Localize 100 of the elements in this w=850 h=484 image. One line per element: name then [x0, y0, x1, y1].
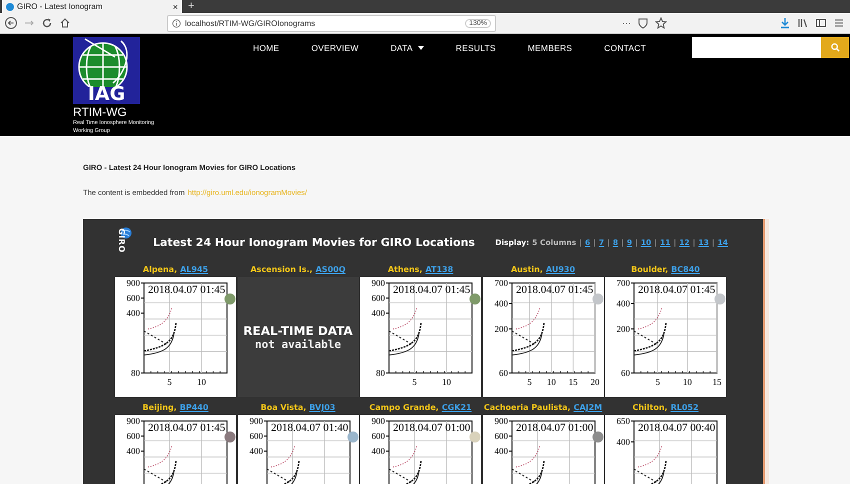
station-code-link[interactable]: RL052 [670, 401, 699, 415]
y-axis-label: 700 [616, 278, 630, 288]
station-code-link[interactable]: CAJ2M [574, 401, 602, 415]
nav-link[interactable]: HOME [253, 43, 280, 53]
x-axis-label: 5 [655, 377, 660, 387]
nav-link[interactable]: OVERVIEW [311, 43, 359, 53]
url-text: localhost/RTIM-WG/GIROIonograms [185, 18, 316, 28]
y-axis-label: 400 [616, 298, 630, 308]
station-code-link[interactable]: AS00Q [316, 263, 346, 277]
x-axis-label: 5 [412, 377, 417, 387]
station-code-link[interactable]: AL945 [180, 263, 208, 277]
ionogram-timestamp: 2018.04.07 01:00 [393, 422, 470, 434]
station-code-link[interactable]: BVJ03 [309, 401, 336, 415]
unavailable-headline: REAL-TIME DATA [243, 324, 353, 338]
ionogram-timestamp: 2018.04.07 01:45 [516, 284, 593, 296]
search-icon [830, 43, 840, 52]
station-name: Alpena, [142, 264, 178, 276]
nav-link[interactable]: RESULTS [456, 43, 496, 53]
browser-tab[interactable]: GIRO - Latest Ionogram × [2, 0, 182, 13]
y-axis-label: 400 [494, 298, 508, 308]
ionogram-timestamp: 2018.04.07 00:40 [638, 422, 716, 434]
ionogram-timestamp: 2018.04.07 01:45 [393, 284, 470, 296]
x-axis-label: 10 [546, 377, 556, 387]
new-tab-button[interactable]: + [188, 0, 194, 13]
station-name: Cachoeria Paulista, [484, 402, 571, 414]
ionogram-image[interactable]: 650 400 2018.04.07 00:40 [605, 415, 726, 484]
station-name: Austin, [510, 264, 543, 276]
y-axis-label: 600 [372, 293, 385, 304]
station-name: Boulder, [631, 264, 668, 276]
y-axis-label: 400 [372, 308, 385, 318]
ionogram-timestamp: 2018.04.07 01:45 [148, 422, 226, 434]
nav-link[interactable]: MEMBERS [528, 43, 572, 53]
y-axis-label: 400 [249, 446, 262, 456]
y-axis-label: 200 [616, 324, 630, 334]
y-axis-label: 80 [131, 368, 140, 378]
station-name: Ascension Is., [250, 264, 313, 276]
y-axis-label: 600 [249, 431, 262, 442]
y-axis-label: 400 [616, 436, 630, 447]
logo-text: IAG [86, 84, 126, 104]
nav-link[interactable]: CONTACT [604, 43, 646, 53]
shield-icon[interactable] [637, 17, 649, 29]
station-code-link[interactable]: CGK21 [442, 401, 472, 415]
y-axis-label: 900 [372, 278, 385, 288]
y-axis-label: 600 [126, 293, 140, 304]
y-axis-label: 900 [126, 278, 140, 288]
y-axis-label: 600 [372, 431, 385, 442]
station-name: Beijing, [142, 402, 177, 414]
y-axis-label: 400 [126, 446, 140, 456]
ionogram-image[interactable]: 700 400 200 60 5 10 15 20 2018.04.07 01:45 [482, 277, 604, 397]
ionogram-timestamp: 2018.04.07 01:45 [638, 284, 716, 296]
x-axis-label: 15 [712, 377, 722, 387]
y-axis-label: 400 [494, 446, 508, 456]
search-field[interactable] [692, 37, 822, 58]
ionogram-timestamp: 2018.04.07 01:00 [516, 422, 593, 434]
ionogram-timestamp: 2018.04.07 01:45 [148, 284, 226, 296]
y-axis-label: 600 [126, 431, 140, 442]
y-axis-label: 400 [126, 308, 140, 318]
nav-dropdown[interactable]: DATA [390, 43, 424, 53]
info-icon[interactable] [172, 18, 181, 28]
x-axis-label: 5 [167, 377, 172, 387]
ionogram-image[interactable]: 700 400 200 60 5 10 15 2018.04.07 01:45 [605, 277, 726, 397]
station-code-link[interactable]: BC840 [671, 263, 700, 277]
x-axis-label: 5 [526, 377, 532, 387]
station-code-link[interactable]: BP440 [180, 401, 208, 415]
tab-close-button[interactable]: × [172, 2, 178, 12]
y-axis-label: 900 [249, 416, 262, 426]
station-name: Campo Grande, [369, 402, 439, 414]
download-icon[interactable] [779, 17, 791, 29]
station-name: Chilton, [632, 402, 668, 414]
reload-icon[interactable] [41, 17, 53, 29]
station-code-link[interactable]: AU930 [546, 263, 576, 277]
x-axis-label: 15 [568, 377, 578, 387]
sidebar-icon[interactable] [815, 17, 827, 29]
x-axis-label: 20 [590, 377, 599, 387]
bookmark-star-icon[interactable] [655, 17, 667, 29]
x-axis-label: 10 [442, 377, 451, 387]
x-axis-label: 10 [196, 377, 206, 387]
browser-favicon-icon [6, 2, 14, 10]
site-title: RTIM-WG [73, 105, 128, 119]
y-axis-label: 700 [494, 278, 508, 288]
y-axis-label: 900 [372, 416, 385, 426]
menu-icon[interactable] [833, 17, 845, 29]
y-axis-label: 900 [126, 416, 140, 426]
y-axis-label: 900 [494, 416, 508, 426]
y-axis-label: 80 [376, 368, 385, 378]
y-axis-label: 600 [494, 431, 508, 442]
y-axis-label: 60 [621, 368, 630, 378]
caret-icon [418, 46, 424, 50]
station-name: Boa Vista, [260, 402, 306, 414]
station-name: Athens, [388, 264, 422, 276]
home-icon[interactable] [59, 17, 71, 29]
scrollbar[interactable] [763, 219, 769, 484]
y-axis-label: 200 [494, 324, 508, 334]
unavailable-note: not available [254, 338, 342, 350]
x-axis-label: 10 [682, 377, 692, 387]
station-code-link[interactable]: AT138 [425, 263, 454, 277]
back-icon[interactable] [5, 17, 17, 29]
giro-logo-text: GIRO [116, 228, 126, 253]
page-actions-button[interactable]: ··· [622, 18, 631, 28]
library-icon[interactable] [797, 17, 809, 29]
